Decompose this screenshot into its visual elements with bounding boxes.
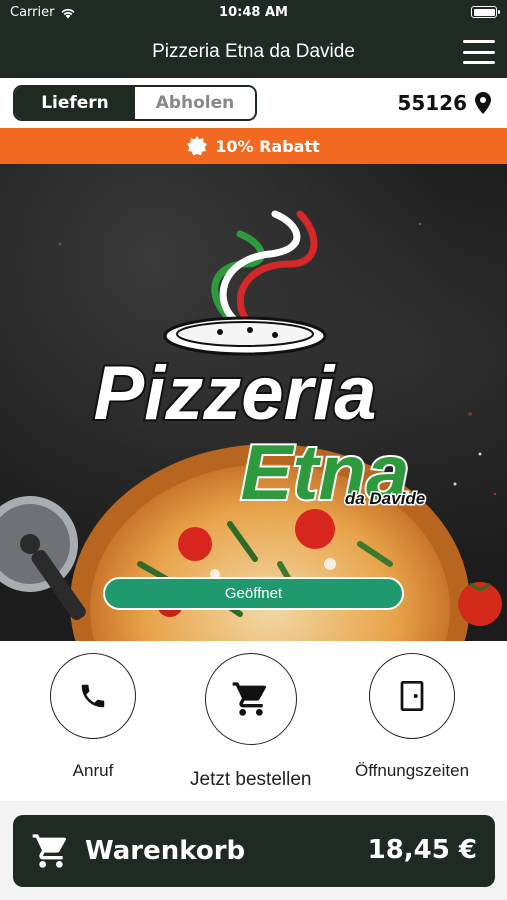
location-selector[interactable]: 55126	[397, 91, 491, 115]
pickup-tab[interactable]: Abholen	[135, 87, 255, 119]
order-circle[interactable]	[204, 653, 297, 745]
hero-banner: Pizzeria Etna da Davide Geöffnet	[0, 164, 507, 641]
discount-text: 10% Rabatt	[215, 136, 320, 156]
badge-star-icon	[187, 136, 208, 156]
order-now-button[interactable]: Jetzt bestellen	[190, 653, 311, 791]
deliver-tab[interactable]: Liefern	[15, 87, 135, 119]
map-pin-icon	[475, 92, 491, 114]
quick-actions: Anruf Jetzt bestellen Öffnungszeiten	[0, 641, 507, 801]
restaurant-logo: Pizzeria Etna da Davide	[91, 349, 426, 518]
door-icon	[400, 681, 424, 711]
order-mode-toggle: Liefern Abholen	[13, 85, 257, 121]
phone-icon	[81, 684, 105, 708]
opening-hours-button[interactable]: Öffnungszeiten	[355, 653, 469, 781]
discount-banner: 10% Rabatt	[0, 128, 507, 164]
order-label: Jetzt bestellen	[190, 769, 312, 790]
cart-bar[interactable]: Warenkorb 18,45 €	[13, 815, 495, 887]
hamburger-menu-icon[interactable]	[463, 40, 495, 64]
cart-label: Warenkorb	[85, 836, 246, 866]
order-mode-bar: Liefern Abholen 55126	[0, 78, 507, 128]
status-bar: Carrier 10:48 AM	[0, 0, 507, 26]
battery-icon	[471, 6, 500, 18]
open-status-badge[interactable]: Geöffnet	[103, 577, 404, 610]
hours-label: Öffnungszeiten	[355, 761, 470, 780]
clock: 10:48 AM	[219, 5, 288, 20]
logo-line-3: da Davide	[345, 489, 425, 508]
logo-line-1: Pizzeria	[93, 351, 376, 436]
shopping-cart-icon	[32, 834, 66, 868]
page-title: Pizzeria Etna da Davide	[152, 41, 355, 62]
cart-total: 18,45 €	[367, 835, 477, 865]
call-label: Anruf	[72, 761, 114, 780]
call-circle[interactable]	[50, 653, 136, 739]
call-button[interactable]: Anruf	[50, 653, 136, 781]
zip-code: 55126	[397, 91, 467, 115]
hours-circle[interactable]	[369, 653, 456, 739]
shopping-cart-icon	[232, 682, 266, 716]
app-header: Pizzeria Etna da Davide	[0, 26, 507, 78]
